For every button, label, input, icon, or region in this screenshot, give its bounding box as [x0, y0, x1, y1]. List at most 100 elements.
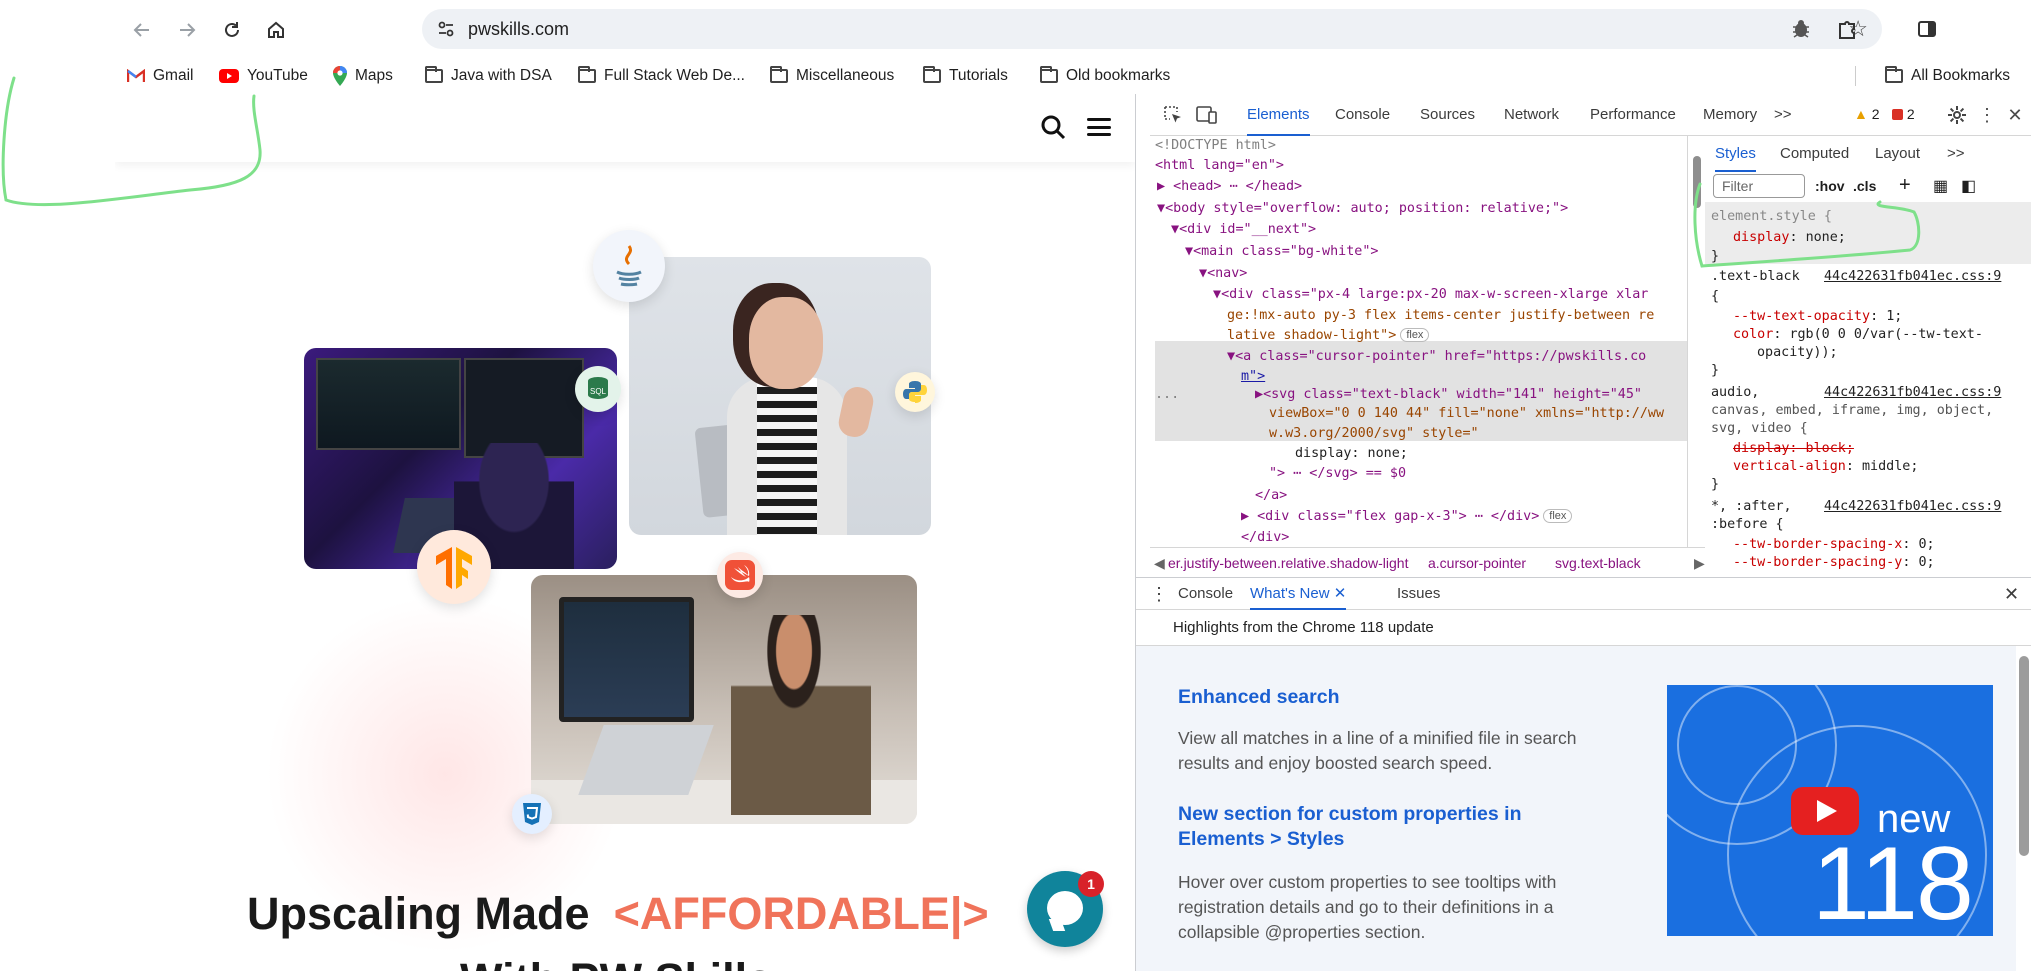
dom-line[interactable]: w.w3.org/2000/svg" style=": [1269, 424, 1479, 444]
close-tab-icon[interactable]: ✕: [1334, 585, 1347, 602]
rule-source-link[interactable]: 44c422631fb041ec.css:9: [1824, 268, 2001, 286]
device-toolbar-icon[interactable]: [1196, 104, 1218, 126]
drawer-close-icon[interactable]: ✕: [2004, 578, 2019, 610]
new-style-rule-icon[interactable]: +: [1899, 174, 1911, 197]
css-value[interactable]: none;: [1806, 230, 1846, 245]
search-icon[interactable]: [1040, 114, 1066, 140]
collapse-triangle-icon[interactable]: ▼: [1227, 349, 1235, 364]
hov-toggle[interactable]: :hov: [1815, 178, 1845, 194]
devtools-close-icon[interactable]: ✕: [2004, 104, 2026, 126]
dom-line[interactable]: lative shadow-light"> flex: [1227, 326, 1430, 346]
more-tabs-button[interactable]: >>: [1774, 94, 1792, 136]
flex-badge[interactable]: flex: [1543, 509, 1573, 523]
bookmark-folder-java-dsa[interactable]: Java with DSA: [425, 64, 552, 88]
home-button[interactable]: [260, 14, 292, 46]
tab-memory[interactable]: Memory: [1703, 94, 1757, 136]
dom-line[interactable]: ▶ <head> ⋯ </head>: [1157, 177, 1302, 197]
bookmark-folder-full-stack[interactable]: Full Stack Web De...: [578, 64, 745, 88]
rule-source-link[interactable]: 44c422631fb041ec.css:9: [1824, 384, 2001, 402]
dom-line[interactable]: ge:!mx-auto py-3 flex items-center justi…: [1227, 306, 1654, 326]
side-panel-icon[interactable]: [1913, 15, 1941, 43]
expand-triangle-icon[interactable]: ▶: [1241, 509, 1257, 524]
tab-performance[interactable]: Performance: [1590, 94, 1676, 136]
drawer-menu-icon[interactable]: ⋮: [1150, 578, 1168, 610]
reload-button[interactable]: [216, 14, 248, 46]
dom-line[interactable]: display: none;: [1295, 444, 1408, 464]
tab-sources[interactable]: Sources: [1420, 94, 1475, 136]
tab-layout[interactable]: Layout: [1875, 136, 1920, 172]
dom-line[interactable]: </a>: [1255, 486, 1287, 506]
collapse-triangle-icon[interactable]: ▼: [1213, 287, 1221, 302]
extensions-puzzle-icon[interactable]: [1833, 15, 1861, 43]
news-item-title[interactable]: New section for custom properties in Ele…: [1178, 802, 1598, 852]
breadcrumb-item[interactable]: er.justify-between.relative.shadow-light: [1168, 555, 1408, 571]
css-declaration[interactable]: --tw-border-spacing-x: 0;: [1733, 536, 1935, 554]
tab-elements[interactable]: Elements: [1247, 94, 1310, 136]
dom-line[interactable]: ▼<div class="px-4 large:px-20 max-w-scre…: [1213, 285, 1648, 305]
breadcrumb-item[interactable]: svg.text-black: [1555, 555, 1641, 571]
news-item-title[interactable]: Enhanced search: [1178, 686, 1339, 709]
dom-tree-scrollbar[interactable]: [1691, 136, 1703, 547]
bug-extension-icon[interactable]: [1787, 15, 1815, 43]
drawer-tab-issues[interactable]: Issues: [1397, 578, 1440, 610]
back-button[interactable]: [126, 14, 158, 46]
bookmark-folder-old-bookmarks[interactable]: Old bookmarks: [1040, 64, 1170, 88]
dom-line[interactable]: ▶<svg class="text-black" width="141" hei…: [1255, 385, 1642, 405]
dom-line[interactable]: ▼<nav>: [1199, 264, 1247, 284]
dom-line[interactable]: ▼<main class="bg-white">: [1185, 242, 1379, 262]
chrome-118-banner-image[interactable]: new 118: [1667, 685, 1993, 936]
drawer-tab-whats-new[interactable]: What's New ✕: [1250, 578, 1347, 610]
css-value[interactable]: rgb(0 0 0/var(--tw-text-: [1789, 327, 1982, 342]
drawer-tab-console[interactable]: Console: [1178, 578, 1233, 610]
toggle-sidebar-icon[interactable]: ◧: [1961, 176, 1976, 196]
all-bookmarks-button[interactable]: All Bookmarks: [1885, 64, 2010, 88]
css-value[interactable]: 1;: [1886, 309, 1902, 324]
paint-brush-icon[interactable]: ▦: [1933, 176, 1948, 196]
tab-console[interactable]: Console: [1335, 94, 1390, 136]
bookmark-youtube[interactable]: YouTube: [219, 64, 308, 88]
dom-line[interactable]: <!DOCTYPE html>: [1155, 136, 1276, 156]
breadcrumb-left-arrow-icon[interactable]: ◀: [1154, 555, 1165, 572]
dom-scrollbar-thumb[interactable]: [1693, 156, 1701, 208]
dom-line[interactable]: "> ⋯ </svg> == $0: [1269, 464, 1406, 484]
dom-line[interactable]: ▼<a class="cursor-pointer" href="https:/…: [1227, 347, 1646, 367]
hamburger-menu-icon[interactable]: [1087, 118, 1111, 136]
collapse-triangle-icon[interactable]: ▼: [1185, 244, 1193, 259]
css-declaration[interactable]: --tw-border-spacing-y: 0;: [1733, 554, 1935, 572]
dom-selected-ellipsis[interactable]: ...: [1155, 385, 1179, 405]
flex-badge[interactable]: flex: [1400, 328, 1430, 342]
dom-line[interactable]: </div>: [1241, 528, 1289, 547]
dom-line[interactable]: ▼<body style="overflow: auto; position: …: [1157, 199, 1568, 219]
styles-filter-input[interactable]: Filter: [1713, 174, 1805, 198]
errors-counter[interactable]: 2: [1892, 106, 1915, 122]
css-value[interactable]: middle;: [1862, 459, 1918, 474]
expand-triangle-icon[interactable]: ▶: [1157, 179, 1173, 194]
devtools-settings-gear-icon[interactable]: [1946, 104, 1968, 126]
devtools-more-options-icon[interactable]: ⋮: [1976, 104, 1998, 126]
inspect-element-icon[interactable]: [1162, 104, 1184, 126]
dom-line[interactable]: ▼<div id="__next">: [1171, 220, 1316, 240]
collapse-triangle-icon[interactable]: ▼: [1199, 266, 1207, 281]
breadcrumb-item[interactable]: a.cursor-pointer: [1428, 555, 1526, 571]
tab-computed[interactable]: Computed: [1780, 136, 1849, 172]
site-settings-icon[interactable]: [436, 19, 456, 39]
bookmark-folder-miscellaneous[interactable]: Miscellaneous: [770, 64, 894, 88]
warnings-counter[interactable]: ▲ 2: [1854, 106, 1880, 122]
breadcrumb-right-arrow-icon[interactable]: ▶: [1694, 555, 1705, 572]
css-value[interactable]: 0;: [1918, 537, 1934, 552]
address-bar[interactable]: pwskills.com ☆: [422, 9, 1882, 49]
collapse-triangle-icon[interactable]: ▼: [1171, 222, 1179, 237]
css-declaration[interactable]: color: rgb(0 0 0/var(--tw-text-: [1733, 326, 1983, 344]
forward-button[interactable]: [171, 14, 203, 46]
bookmark-folder-tutorials[interactable]: Tutorials: [923, 64, 1008, 88]
css-value[interactable]: 0;: [1918, 555, 1934, 570]
css-declaration-overridden[interactable]: display: block;: [1733, 440, 1854, 458]
rule-source-link[interactable]: 44c422631fb041ec.css:9: [1824, 498, 2001, 516]
tab-network[interactable]: Network: [1504, 94, 1559, 136]
expand-triangle-icon[interactable]: ▶: [1255, 387, 1263, 402]
tab-styles[interactable]: Styles: [1715, 136, 1756, 172]
drawer-scrollbar[interactable]: [2016, 646, 2031, 971]
element-style-property[interactable]: display: none;: [1733, 229, 1846, 247]
bookmark-maps[interactable]: Maps: [333, 64, 393, 88]
dom-line[interactable]: m">: [1241, 367, 1265, 387]
